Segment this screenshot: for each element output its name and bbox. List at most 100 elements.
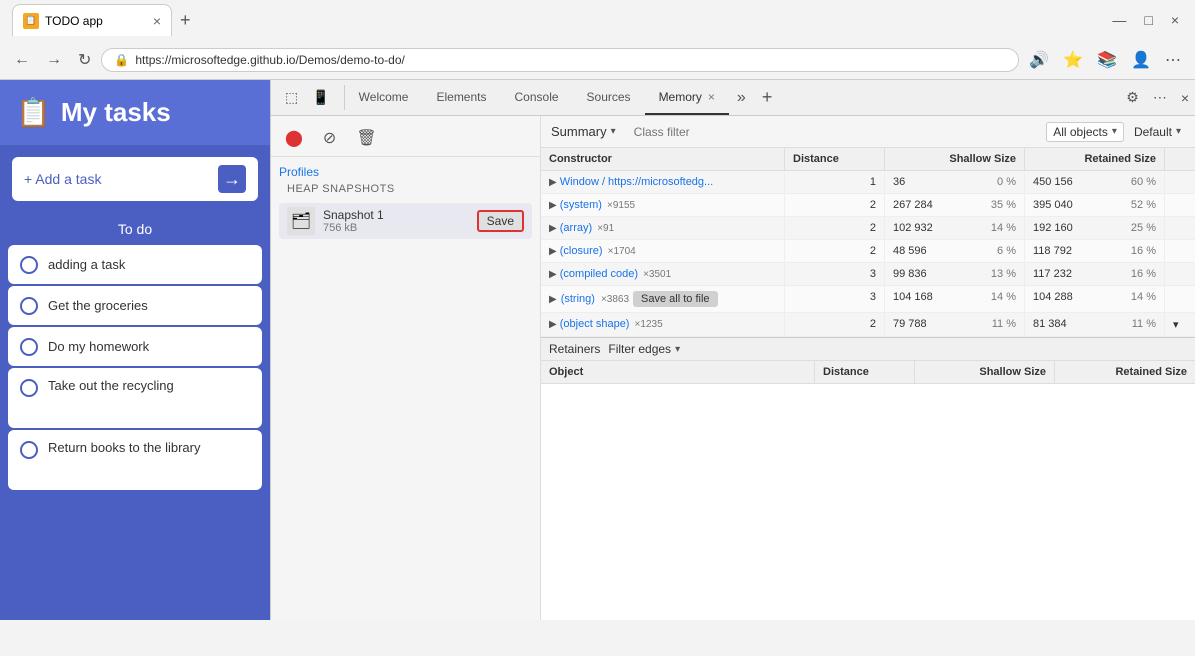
table-row[interactable]: ▶ (string) ×3863 Save all to file 3 104 … bbox=[541, 286, 1195, 313]
item-text: adding a task bbox=[48, 257, 125, 272]
item-text: Get the groceries bbox=[48, 298, 148, 313]
active-tab[interactable]: 📋 TODO app × bbox=[12, 4, 172, 36]
checkbox[interactable] bbox=[20, 297, 38, 315]
retainers-empty-area bbox=[541, 384, 1195, 620]
list-item[interactable]: adding a task bbox=[8, 245, 262, 284]
summary-dropdown-arrow: ▾ bbox=[611, 126, 616, 137]
td-retained: 450 15660 % bbox=[1025, 171, 1165, 193]
th-distance: Distance bbox=[785, 148, 885, 170]
item-text: Return books to the library bbox=[48, 440, 200, 455]
todo-title: My tasks bbox=[61, 97, 171, 128]
url-text: https://microsoftedge.github.io/Demos/de… bbox=[135, 53, 1006, 67]
tab-memory[interactable]: Memory × bbox=[645, 80, 729, 115]
more-tabs-btn[interactable]: » bbox=[729, 89, 754, 107]
snapshot-item[interactable]: 🗂 Snapshot 1 756 kB Save bbox=[279, 203, 532, 239]
back-btn[interactable]: ← bbox=[8, 49, 36, 71]
add-tab-btn[interactable]: + bbox=[754, 87, 781, 108]
snapshot-icon: 🗂 bbox=[287, 207, 315, 235]
add-task-bar[interactable]: + Add a task → bbox=[12, 157, 258, 201]
customize-icon[interactable]: ⋯ bbox=[1147, 85, 1173, 110]
clear-btn[interactable]: ⊘ bbox=[317, 124, 342, 152]
table-row[interactable]: ▶ (object shape) ×1235 2 79 78811 % 81 3… bbox=[541, 313, 1195, 337]
td-retained: 118 79216 % bbox=[1025, 240, 1165, 262]
retainers-table-header: Object Distance Shallow Size Retained Si… bbox=[541, 361, 1195, 384]
checkbox[interactable] bbox=[20, 256, 38, 274]
default-label: Default bbox=[1134, 125, 1172, 139]
td-constructor: ▶ Window / https://microsoftedg... bbox=[541, 171, 785, 193]
device-mode-btn[interactable]: 📱 bbox=[306, 85, 335, 110]
rth-object: Object bbox=[541, 361, 815, 383]
forward-btn[interactable]: → bbox=[40, 49, 68, 71]
more-btn[interactable]: ⋯ bbox=[1159, 46, 1187, 74]
minimize-btn[interactable]: — bbox=[1104, 10, 1134, 30]
td-distance: 2 bbox=[785, 240, 885, 262]
inspect-element-btn[interactable]: ⬚ bbox=[279, 85, 304, 110]
profile-btn[interactable]: 👤 bbox=[1125, 46, 1157, 74]
devtools-body: ⬤ ⊘ 🗑 Profiles HEAP SNAPSHOTS 🗂 Snapshot… bbox=[271, 116, 1195, 620]
read-aloud-btn[interactable]: 🔊 bbox=[1023, 46, 1055, 74]
checkbox[interactable] bbox=[20, 379, 38, 397]
td-distance: 2 bbox=[785, 194, 885, 216]
save-all-to-file-btn[interactable]: Save all to file bbox=[633, 291, 717, 307]
list-item[interactable]: Return books to the library bbox=[8, 430, 262, 490]
todo-icon: 📋 bbox=[16, 96, 51, 129]
filter-edges-btn[interactable]: Filter edges ▾ bbox=[608, 342, 680, 356]
tab-console[interactable]: Console bbox=[501, 80, 573, 115]
snapshot-size: 756 kB bbox=[323, 222, 384, 234]
tab-welcome[interactable]: Welcome bbox=[345, 80, 423, 115]
table-row[interactable]: ▶ (compiled code) ×3501 3 99 83613 % 117… bbox=[541, 263, 1195, 286]
tab-sources[interactable]: Sources bbox=[573, 80, 645, 115]
td-scroll bbox=[1165, 263, 1195, 285]
checkbox[interactable] bbox=[20, 338, 38, 356]
rth-shallow: Shallow Size bbox=[915, 361, 1055, 383]
td-distance: 3 bbox=[785, 286, 885, 312]
table-row[interactable]: ▶ (closure) ×1704 2 48 5966 % 118 79216 … bbox=[541, 240, 1195, 263]
tab-memory-label: Memory bbox=[659, 90, 702, 104]
nav-bar: ← → ↻ 🔒 https://microsoftedge.github.io/… bbox=[0, 40, 1195, 80]
list-item[interactable]: Take out the recycling bbox=[8, 368, 262, 428]
collections-btn[interactable]: 📚 bbox=[1091, 46, 1123, 74]
tab-close-btn[interactable]: × bbox=[153, 13, 161, 29]
save-snapshot-btn[interactable]: Save bbox=[477, 210, 524, 232]
favorites-btn[interactable]: ⭐ bbox=[1057, 46, 1089, 74]
td-constructor: ▶ (compiled code) ×3501 bbox=[541, 263, 785, 285]
filter-edges-arrow: ▾ bbox=[675, 344, 680, 355]
profiles-label[interactable]: Profiles bbox=[271, 157, 540, 183]
list-item[interactable]: Do my homework bbox=[8, 327, 262, 366]
td-retained: 395 04052 % bbox=[1025, 194, 1165, 216]
rth-retained: Retained Size bbox=[1055, 361, 1195, 383]
table-row[interactable]: ▶ Window / https://microsoftedg... 1 360… bbox=[541, 171, 1195, 194]
devtools-panel: ⬚ 📱 Welcome Elements Console Sources Mem… bbox=[270, 80, 1195, 620]
default-dropdown[interactable]: Default ▾ bbox=[1128, 123, 1187, 141]
tab-memory-close[interactable]: × bbox=[708, 90, 715, 104]
rth-distance: Distance bbox=[815, 361, 915, 383]
window-controls: — □ × bbox=[1104, 10, 1187, 30]
record-btn[interactable]: ⬤ bbox=[279, 124, 309, 152]
class-filter-input[interactable] bbox=[634, 125, 1031, 139]
close-devtools-btn[interactable]: × bbox=[1175, 86, 1195, 110]
lock-icon: 🔒 bbox=[114, 53, 129, 67]
settings-icon[interactable]: ⚙ bbox=[1120, 85, 1145, 110]
refresh-btn[interactable]: ↻ bbox=[72, 48, 97, 72]
retainers-label: Retainers bbox=[549, 342, 600, 356]
add-task-icon[interactable]: → bbox=[218, 165, 246, 193]
table-row[interactable]: ▶ (system) ×9155 2 267 28435 % 395 04052… bbox=[541, 194, 1195, 217]
td-distance: 2 bbox=[785, 217, 885, 239]
list-item[interactable]: Get the groceries bbox=[8, 286, 262, 325]
class-filter-area[interactable] bbox=[626, 125, 1039, 139]
address-bar[interactable]: 🔒 https://microsoftedge.github.io/Demos/… bbox=[101, 48, 1019, 72]
new-tab-btn[interactable]: + bbox=[172, 10, 199, 31]
all-objects-dropdown[interactable]: All objects ▾ bbox=[1046, 122, 1124, 142]
heap-snapshots-label: HEAP SNAPSHOTS bbox=[271, 183, 540, 199]
maximize-btn[interactable]: □ bbox=[1136, 10, 1160, 30]
tab-elements[interactable]: Elements bbox=[422, 80, 500, 115]
td-constructor: ▶ (system) ×9155 bbox=[541, 194, 785, 216]
summary-selector[interactable]: Summary ▾ bbox=[541, 124, 626, 139]
td-shallow: 102 93214 % bbox=[885, 217, 1025, 239]
checkbox[interactable] bbox=[20, 441, 38, 459]
todo-list: adding a task Get the groceries Do my ho… bbox=[0, 245, 270, 490]
close-btn[interactable]: × bbox=[1163, 10, 1187, 30]
delete-btn[interactable]: 🗑 bbox=[350, 124, 382, 152]
snapshot-info: Snapshot 1 756 kB bbox=[323, 208, 384, 234]
table-row[interactable]: ▶ (array) ×91 2 102 93214 % 192 16025 % bbox=[541, 217, 1195, 240]
